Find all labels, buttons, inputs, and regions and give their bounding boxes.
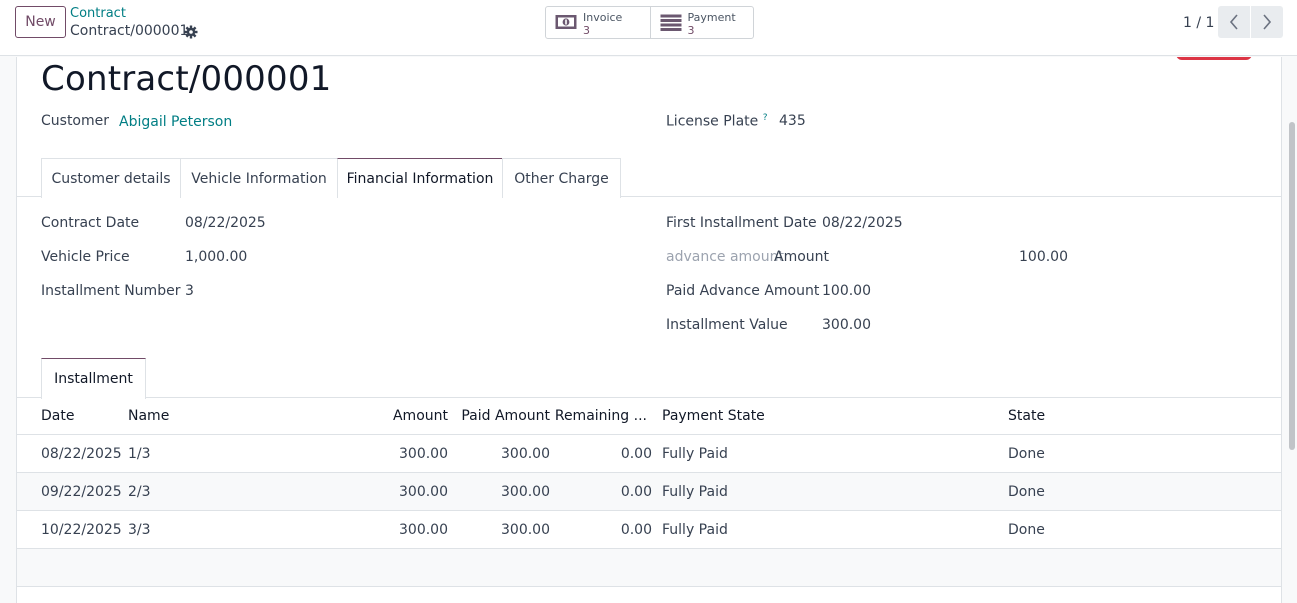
- column-header-amount[interactable]: Amount: [393, 408, 448, 424]
- control-panel: New Contract Contract/000001 Invoice 3 P…: [0, 0, 1297, 56]
- installment-value-field[interactable]: 300.00: [822, 317, 871, 333]
- cell-amount: 300.00: [399, 484, 448, 500]
- invoice-smart-button[interactable]: Invoice 3: [546, 7, 650, 38]
- status-ribbon: [1176, 57, 1252, 60]
- invoice-count: 3: [583, 24, 590, 37]
- advance-amount-label: advance amount: [666, 249, 784, 265]
- cell-payment-state: Fully Paid: [662, 484, 728, 500]
- table-row[interactable]: 10/22/2025 3/3 300.00 300.00 0.00 Fully …: [17, 511, 1281, 549]
- cell-remaining: 0.00: [620, 484, 652, 500]
- cell-name: 1/3: [128, 446, 151, 462]
- tab-financial-information[interactable]: Financial Information: [337, 158, 503, 198]
- invoice-label: Invoice: [583, 11, 623, 24]
- paid-advance-amount-field[interactable]: 100.00: [822, 283, 871, 299]
- cell-state: Done: [1008, 446, 1045, 462]
- breadcrumb-current: Contract/000001: [70, 23, 189, 39]
- first-installment-date-field[interactable]: 08/22/2025: [822, 215, 903, 231]
- cell-date: 08/22/2025: [41, 446, 122, 462]
- table-row[interactable]: 09/22/2025 2/3 300.00 300.00 0.00 Fully …: [17, 473, 1281, 511]
- installment-number-field[interactable]: 3: [185, 283, 194, 299]
- cell-state: Done: [1008, 522, 1045, 538]
- column-header-paid-amount[interactable]: Paid Amount: [461, 408, 550, 424]
- cell-remaining: 0.00: [620, 446, 652, 462]
- smart-buttons: Invoice 3 Payment 3: [545, 6, 754, 39]
- paid-advance-amount-label: Paid Advance Amount: [666, 283, 820, 299]
- column-header-payment-state[interactable]: Payment State: [662, 408, 765, 424]
- column-header-state[interactable]: State: [1008, 408, 1045, 424]
- tab-installment[interactable]: Installment: [41, 358, 146, 399]
- first-installment-date-label: First Installment Date: [666, 215, 817, 231]
- cell-name: 3/3: [128, 522, 151, 538]
- column-header-date[interactable]: Date: [41, 408, 74, 424]
- column-header-name[interactable]: Name: [128, 408, 169, 424]
- form-sheet: Contract/000001 Customer Abigail Peterso…: [16, 57, 1282, 603]
- cell-state: Done: [1008, 484, 1045, 500]
- cell-remaining: 0.00: [620, 522, 652, 538]
- new-button[interactable]: New: [15, 6, 66, 38]
- cell-amount: 300.00: [399, 446, 448, 462]
- payment-icon: [660, 14, 681, 31]
- installment-table: Date Name Amount Paid Amount Remaining .…: [17, 397, 1281, 587]
- contract-date-field[interactable]: 08/22/2025: [185, 215, 266, 231]
- license-plate-label: License Plate ?: [666, 113, 768, 130]
- tab-customer-details[interactable]: Customer details: [41, 158, 181, 198]
- breadcrumb-parent[interactable]: Contract: [70, 6, 126, 21]
- column-header-remaining[interactable]: Remaining ...: [555, 408, 647, 424]
- notebook-tabs: Customer details Vehicle Information Fin…: [17, 158, 1281, 198]
- contract-date-label: Contract Date: [41, 215, 140, 231]
- chevron-right-icon: [1263, 14, 1272, 30]
- payment-count: 3: [687, 24, 695, 37]
- help-tooltip-icon[interactable]: ?: [763, 113, 768, 123]
- invoice-icon: [555, 15, 577, 29]
- empty-row: [17, 549, 1281, 587]
- cell-date: 10/22/2025: [41, 522, 122, 538]
- cell-date: 09/22/2025: [41, 484, 122, 500]
- vehicle-price-field[interactable]: 1,000.00: [185, 249, 247, 265]
- cell-paid-amount: 300.00: [501, 484, 550, 500]
- pager-previous-button[interactable]: [1218, 6, 1250, 38]
- tab-other-charge[interactable]: Other Charge: [502, 158, 621, 198]
- installment-value-label: Installment Value: [666, 317, 788, 333]
- tab-vehicle-information[interactable]: Vehicle Information: [180, 158, 338, 198]
- cell-name: 2/3: [128, 484, 151, 500]
- vehicle-price-label: Vehicle Price: [41, 249, 130, 265]
- cell-payment-state: Fully Paid: [662, 446, 728, 462]
- pager-value[interactable]: 1 / 1: [1183, 15, 1214, 31]
- record-title: Contract/000001: [41, 59, 332, 99]
- advance-amount-field[interactable]: 100.00: [1019, 249, 1068, 265]
- payment-smart-button[interactable]: Payment 3: [649, 7, 754, 38]
- chevron-left-icon: [1229, 14, 1238, 30]
- installment-number-label: Installment Number: [41, 283, 181, 299]
- cell-paid-amount: 300.00: [501, 446, 550, 462]
- cell-amount: 300.00: [399, 522, 448, 538]
- cell-paid-amount: 300.00: [501, 522, 550, 538]
- cell-payment-state: Fully Paid: [662, 522, 728, 538]
- advance-amount-sub-label: Amount: [774, 249, 830, 265]
- license-plate-field[interactable]: 435: [779, 113, 806, 129]
- customer-field[interactable]: Abigail Peterson: [119, 114, 232, 130]
- gear-icon[interactable]: [184, 25, 198, 39]
- table-header: Date Name Amount Paid Amount Remaining .…: [17, 397, 1281, 435]
- payment-label: Payment: [687, 11, 736, 24]
- installment-notebook: Installment: [17, 358, 1281, 399]
- table-row[interactable]: 08/22/2025 1/3 300.00 300.00 0.00 Fully …: [17, 435, 1281, 473]
- vertical-scrollbar[interactable]: [1289, 122, 1295, 450]
- customer-label: Customer: [41, 113, 110, 129]
- pager-next-button[interactable]: [1251, 6, 1283, 38]
